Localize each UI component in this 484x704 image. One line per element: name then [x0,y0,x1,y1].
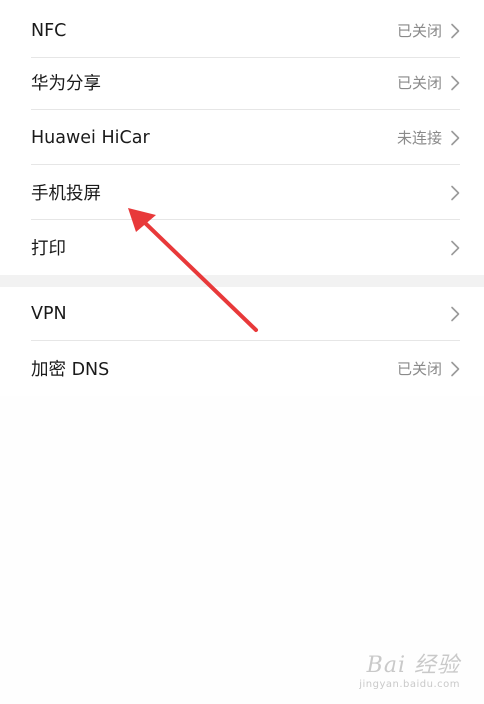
settings-item-label: NFC [31,20,67,41]
group-separator [0,275,484,287]
settings-item-label: VPN [31,304,67,324]
settings-item-screen-projection[interactable]: 手机投屏 [0,165,484,220]
settings-item-status: 已关闭 [396,74,442,92]
chevron-right-icon [450,240,460,256]
settings-item-status: 未连接 [396,129,442,147]
settings-item-huawei-share[interactable]: 华为分享 已关闭 [0,55,484,110]
settings-item-label: 加密 DNS [31,360,110,380]
chevron-right-icon [450,75,460,91]
settings-item-encrypted-dns[interactable]: 加密 DNS 已关闭 [0,341,484,396]
watermark-logo: Bai 经验 jingyan.baidu.com [359,647,460,690]
settings-item-vpn[interactable]: VPN [0,287,484,341]
settings-item-status: 已关闭 [396,360,442,378]
settings-item-nfc[interactable]: NFC 已关闭 [0,3,484,58]
chevron-right-icon [450,130,460,146]
watermark-main: Bai 经验 [366,653,460,678]
settings-item-label: 打印 [31,239,66,259]
watermark-sub: jingyan.baidu.com [359,679,460,690]
settings-item-label: 华为分享 [31,74,101,94]
chevron-right-icon [450,23,460,39]
settings-group-connections: NFC 已关闭 华为分享 已关闭 Huawei HiCar 未连接 手机投屏 打… [0,0,484,275]
chevron-right-icon [450,361,460,377]
settings-group-network: VPN 加密 DNS 已关闭 [0,287,484,396]
settings-item-status: 已关闭 [396,22,442,40]
chevron-right-icon [450,185,460,201]
settings-item-label: 手机投屏 [31,184,101,204]
settings-item-label: Huawei HiCar [31,127,150,148]
settings-item-huawei-hicar[interactable]: Huawei HiCar 未连接 [0,110,484,165]
settings-item-print[interactable]: 打印 [0,220,484,275]
chevron-right-icon [450,306,460,322]
